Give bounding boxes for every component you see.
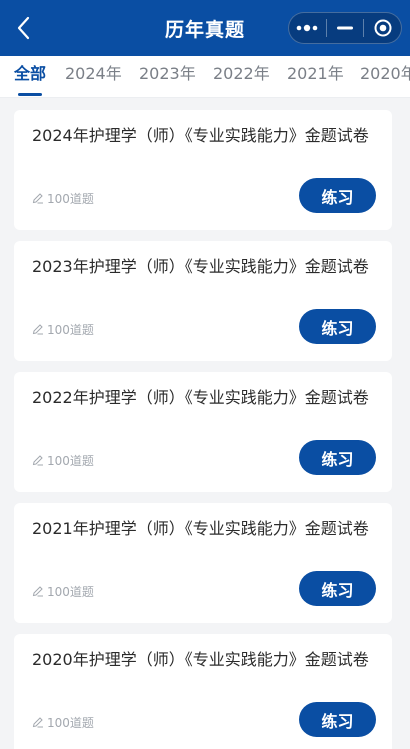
close-button[interactable] — [364, 12, 401, 44]
paper-card: 2022年护理学（师）《专业实践能力》金题试卷 100道题 练习 — [14, 372, 392, 492]
practice-button[interactable]: 练习 — [299, 309, 376, 344]
paper-title: 2021年护理学（师）《专业实践能力》金题试卷 — [32, 519, 369, 538]
paper-card: 2021年护理学（师）《专业实践能力》金题试卷 100道题 练习 — [14, 503, 392, 623]
edit-pencil-icon — [32, 717, 43, 728]
edit-pencil-icon — [32, 455, 43, 466]
top-bar: 历年真题 — [0, 0, 410, 56]
question-count-label: 100道题 — [47, 715, 94, 730]
paper-title: 2024年护理学（师）《专业实践能力》金题试卷 — [32, 126, 369, 145]
tab-2023[interactable]: 2023年 — [139, 56, 196, 97]
edit-pencil-icon — [32, 586, 43, 597]
question-count: 100道题 — [32, 583, 94, 599]
paper-card: 2024年护理学（师）《专业实践能力》金题试卷 100道题 练习 — [14, 110, 392, 230]
paper-card: 2020年护理学（师）《专业实践能力》金题试卷 100道题 练习 — [14, 634, 392, 749]
tab-2020[interactable]: 2020年 — [360, 56, 410, 97]
question-count: 100道题 — [32, 190, 94, 206]
question-count-label: 100道题 — [47, 584, 94, 599]
tab-all[interactable]: 全部 — [14, 56, 46, 97]
question-count-label: 100道题 — [47, 453, 94, 468]
more-button[interactable] — [289, 12, 326, 44]
practice-button[interactable]: 练习 — [299, 571, 376, 606]
minimize-button[interactable] — [327, 12, 364, 44]
tab-2024[interactable]: 2024年 — [65, 56, 122, 97]
paper-list: 2024年护理学（师）《专业实践能力》金题试卷 100道题 练习 2023年护理… — [14, 110, 392, 749]
more-dots-icon — [297, 24, 318, 32]
question-count-label: 100道题 — [47, 322, 94, 337]
active-tab-indicator — [18, 93, 42, 96]
edit-pencil-icon — [32, 324, 43, 335]
paper-card: 2023年护理学（师）《专业实践能力》金题试卷 100道题 练习 — [14, 241, 392, 361]
paper-title: 2022年护理学（师）《专业实践能力》金题试卷 — [32, 388, 369, 407]
practice-button[interactable]: 练习 — [299, 702, 376, 737]
practice-button[interactable]: 练习 — [299, 178, 376, 213]
question-count: 100道题 — [32, 321, 94, 337]
paper-title: 2023年护理学（师）《专业实践能力》金题试卷 — [32, 257, 369, 276]
question-count: 100道题 — [32, 452, 94, 468]
mini-program-capsule — [288, 12, 402, 44]
question-count: 100道题 — [32, 714, 94, 730]
paper-title: 2020年护理学（师）《专业实践能力》金题试卷 — [32, 650, 369, 669]
practice-button[interactable]: 练习 — [299, 440, 376, 475]
question-count-label: 100道题 — [47, 191, 94, 206]
minimize-icon — [337, 26, 353, 30]
edit-pencil-icon — [32, 193, 43, 204]
year-tabs: 全部 2024年 2023年 2022年 2021年 2020年 — [0, 56, 410, 98]
tab-2022[interactable]: 2022年 — [213, 56, 270, 97]
tab-2021[interactable]: 2021年 — [287, 56, 344, 97]
target-close-icon — [374, 19, 392, 37]
